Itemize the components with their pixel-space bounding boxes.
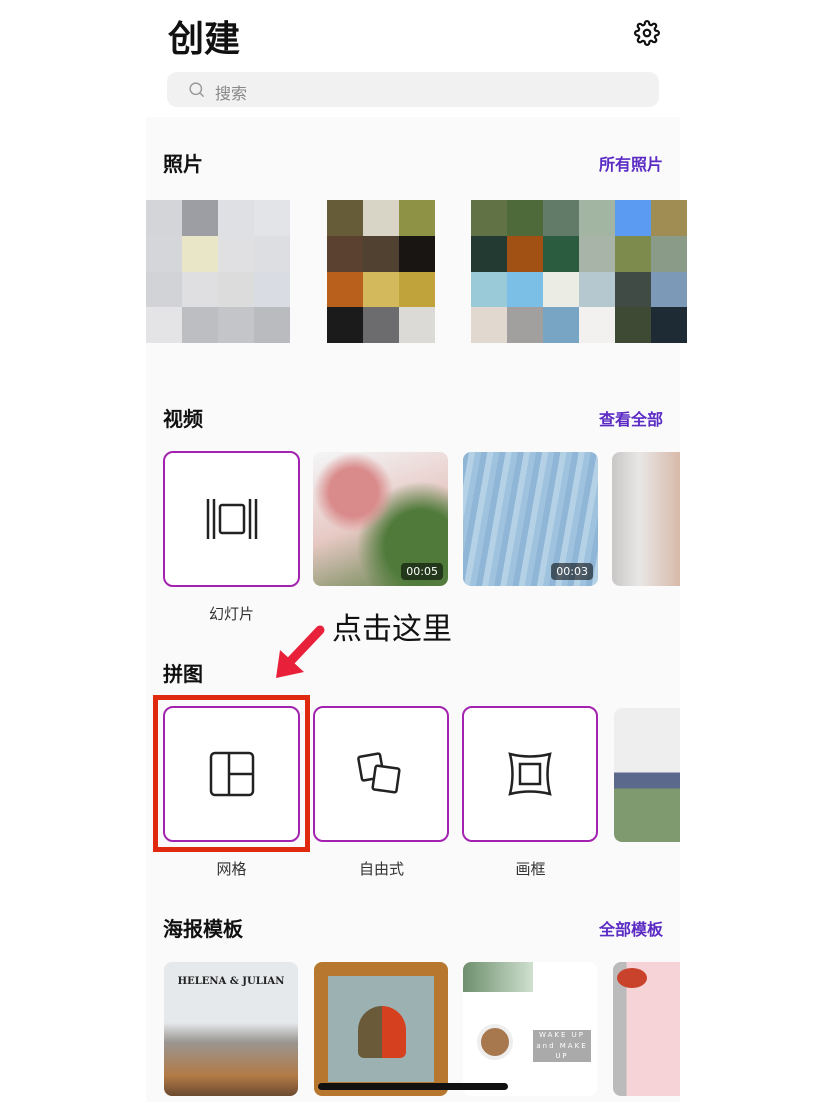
video-duration: 00:05: [401, 563, 443, 580]
mosaic-cell: [651, 200, 687, 236]
mosaic-cell: [218, 200, 254, 236]
mosaic-cell: [182, 307, 218, 343]
mosaic-cell: [327, 200, 363, 236]
mosaic-cell: [543, 271, 579, 308]
poster-template[interactable]: [314, 962, 448, 1096]
mosaic-cell: [218, 271, 254, 308]
frame-collage-button[interactable]: [462, 706, 598, 842]
search-icon: [189, 82, 205, 98]
poster-text: WAKE UP and MAKE UP: [533, 1030, 591, 1062]
gear-icon[interactable]: [634, 20, 660, 46]
grid-label: 网格: [216, 860, 247, 878]
mosaic-cell: [182, 235, 218, 272]
poster-text: HELENA & JULIAN: [177, 976, 285, 987]
collage-heading: 拼图: [163, 662, 203, 686]
mosaic-cell: [327, 271, 363, 308]
search-input[interactable]: 搜索: [167, 72, 659, 107]
mosaic-cell: [651, 235, 687, 272]
mosaic-cell: [471, 307, 507, 343]
mosaic-cell: [146, 235, 182, 272]
all-photos-link[interactable]: 所有照片: [599, 151, 663, 175]
mosaic-cell: [254, 271, 290, 308]
video-thumbnail[interactable]: 00:03: [463, 452, 598, 586]
mosaic-cell: [615, 271, 651, 308]
mosaic-cell: [471, 235, 507, 272]
mosaic-cell: [579, 235, 615, 272]
grid-collage-button[interactable]: [163, 706, 300, 842]
collage-thumbnail[interactable]: [614, 708, 680, 842]
view-all-videos-link[interactable]: 查看全部: [599, 406, 663, 430]
mosaic-cell: [507, 235, 543, 272]
annotation-text: 点击这里: [332, 612, 452, 647]
mosaic-cell: [327, 307, 363, 343]
mosaic-cell: [363, 307, 399, 343]
mosaic-cell: [363, 235, 399, 272]
frame-icon: [508, 752, 552, 796]
video-thumbnail[interactable]: 00:05: [313, 452, 448, 586]
all-templates-link[interactable]: 全部模板: [599, 916, 663, 940]
mosaic-cell: [182, 200, 218, 236]
video-thumbnail[interactable]: [612, 452, 680, 586]
photo-thumbnail[interactable]: [327, 200, 435, 343]
page-title: 创建: [168, 19, 241, 60]
mosaic-cell: [615, 307, 651, 343]
mosaic-cell: [327, 235, 363, 272]
mosaic-cell: [399, 235, 435, 272]
mosaic-cell: [146, 271, 182, 308]
photo-thumbnail[interactable]: [471, 200, 687, 343]
slideshow-icon: [206, 499, 257, 539]
mosaic-cell: [615, 235, 651, 272]
mosaic-cell: [254, 307, 290, 343]
slideshow-button[interactable]: [163, 451, 300, 587]
mosaic-cell: [507, 200, 543, 236]
freeform-collage-button[interactable]: [313, 706, 449, 842]
mosaic-cell: [543, 307, 579, 343]
poster-template[interactable]: WAKE UP and MAKE UP: [463, 962, 597, 1096]
mosaic-cell: [579, 200, 615, 236]
mosaic-cell: [579, 271, 615, 308]
slideshow-label: 幻灯片: [208, 605, 254, 623]
posters-heading: 海报模板: [163, 917, 243, 941]
mosaic-cell: [579, 307, 615, 343]
mosaic-cell: [363, 200, 399, 236]
red-arrow-icon: [276, 625, 325, 678]
search-placeholder: 搜索: [215, 84, 248, 103]
mosaic-cell: [182, 271, 218, 308]
mosaic-cell: [254, 200, 290, 236]
mosaic-cell: [471, 200, 507, 236]
mosaic-cell: [507, 307, 543, 343]
freeform-label: 自由式: [358, 860, 404, 878]
mosaic-cell: [507, 271, 543, 308]
mosaic-cell: [146, 307, 182, 343]
mosaic-cell: [471, 271, 507, 308]
home-indicator[interactable]: [318, 1083, 508, 1090]
freeform-icon: [357, 752, 401, 794]
mosaic-cell: [146, 200, 182, 236]
mosaic-cell: [399, 271, 435, 308]
poster-template[interactable]: [613, 962, 680, 1096]
mosaic-cell: [543, 235, 579, 272]
mosaic-cell: [615, 200, 651, 236]
mosaic-cell: [399, 200, 435, 236]
mosaic-cell: [254, 235, 290, 272]
video-duration: 00:03: [551, 563, 593, 580]
mosaic-cell: [363, 271, 399, 308]
mosaic-cell: [651, 307, 687, 343]
mosaic-cell: [543, 200, 579, 236]
photos-heading: 照片: [163, 152, 203, 176]
frame-label: 画框: [515, 860, 546, 878]
mosaic-cell: [218, 307, 254, 343]
mosaic-cell: [399, 307, 435, 343]
videos-heading: 视频: [163, 407, 203, 431]
mosaic-cell: [218, 235, 254, 272]
mosaic-cell: [651, 271, 687, 308]
photo-thumbnail[interactable]: [146, 200, 290, 343]
poster-template[interactable]: HELENA & JULIAN: [164, 962, 298, 1096]
grid-layout-icon: [209, 751, 254, 797]
